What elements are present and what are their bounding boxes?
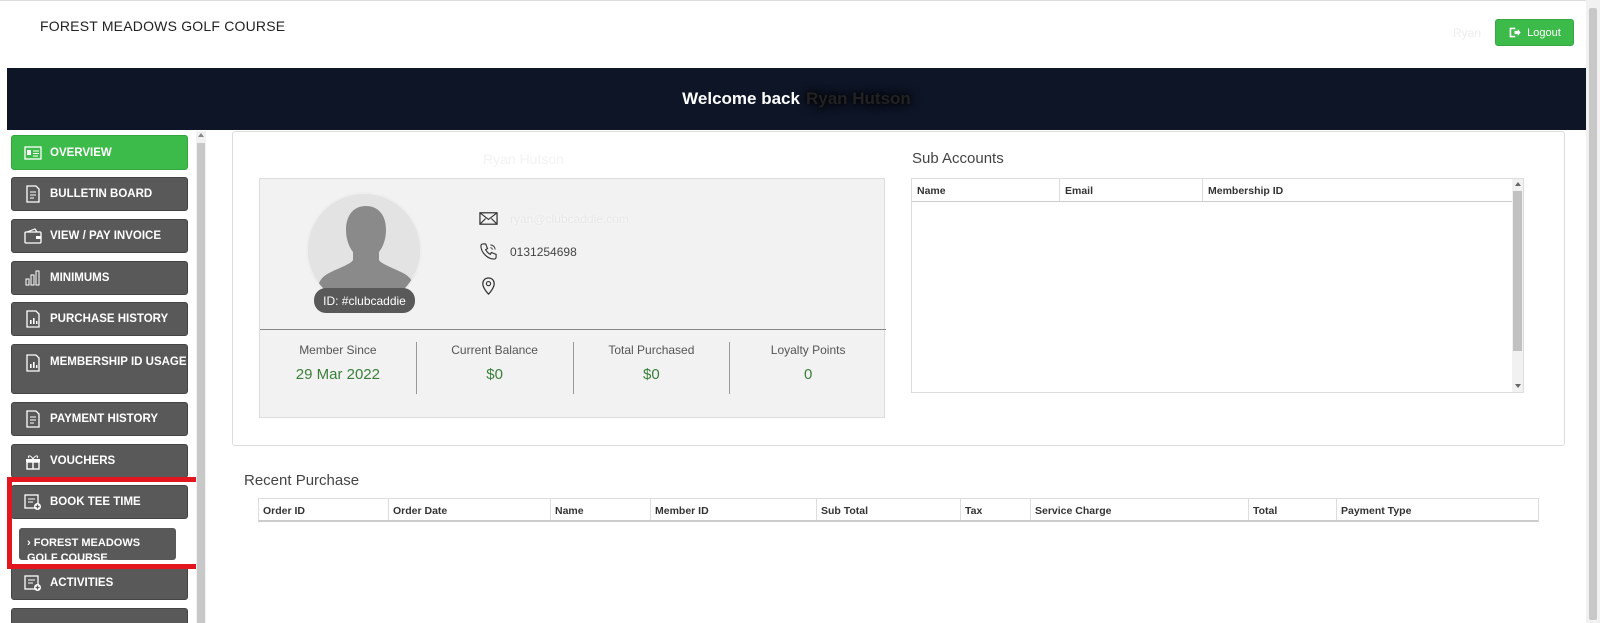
top-bar: FOREST MEADOWS GOLF COURSE Ryan Logout <box>0 0 1586 68</box>
chart-icon <box>25 270 40 286</box>
column-header-sub-total[interactable]: Sub Total <box>817 499 961 520</box>
recent-purchase-title: Recent Purchase <box>244 472 360 489</box>
stat-value: $0 <box>486 366 503 383</box>
stat-current-balance: Current Balance $0 <box>415 342 573 394</box>
column-header-name[interactable]: Name <box>551 499 651 520</box>
scroll-down-arrow[interactable] <box>1515 384 1521 388</box>
sidebar-item-more[interactable] <box>11 608 188 623</box>
stat-value: 0 <box>803 366 813 383</box>
location-pin-icon <box>482 277 495 295</box>
phone-icon <box>480 243 497 260</box>
address-row <box>479 277 510 296</box>
member-stats: Member Since 29 Mar 2022 Current Balance… <box>260 329 886 418</box>
column-header-membership-id[interactable]: Membership ID <box>1203 179 1513 201</box>
stat-label: Current Balance <box>451 343 538 357</box>
report-icon <box>26 310 40 328</box>
stat-label: Loyalty Points <box>770 343 846 357</box>
document-icon <box>26 185 40 203</box>
sidebar-item-activities[interactable]: ACTIVITIES <box>11 566 188 600</box>
scrollbar-thumb[interactable] <box>1513 191 1522 351</box>
sidebar-item-label: PURCHASE HISTORY <box>50 313 169 325</box>
stat-member-since: Member Since 29 Mar 2022 <box>260 330 416 418</box>
sidebar-item-label: OVERVIEW <box>50 146 112 159</box>
sidebar-item-purchase-history[interactable]: PURCHASE HISTORY <box>11 302 188 336</box>
highlight-box <box>7 477 198 569</box>
sidebar: OVERVIEW BULLETIN BOARD VIEW / PAY INVOI… <box>7 131 198 623</box>
recent-purchase-table-header: Order ID Order Date Name Member ID Sub T… <box>258 498 1539 522</box>
phone-value: 0131254698 <box>510 244 577 259</box>
stat-loyalty-points: Loyalty Points 0 <box>729 342 886 394</box>
sidebar-item-label: ACTIVITIES <box>50 577 114 589</box>
sub-accounts-title: Sub Accounts <box>912 150 1004 167</box>
column-header-tax[interactable]: Tax <box>961 499 1031 520</box>
page-scrollbar[interactable] <box>1586 0 1600 623</box>
welcome-text: Welcome back <box>682 89 800 108</box>
gift-icon <box>26 455 40 470</box>
profile-box: ID: #clubcaddie ryan@clubcaddie.com 0131… <box>259 178 886 418</box>
sidebar-scrollbar[interactable] <box>196 131 206 623</box>
scrollbar-thumb[interactable] <box>1589 8 1597 620</box>
sidebar-item-label: MEMBERSHIP ID USAGE <box>50 356 187 368</box>
stat-label: Member Since <box>299 343 377 357</box>
page: FOREST MEADOWS GOLF COURSE Ryan Logout W… <box>0 0 1600 623</box>
user-name: Ryan <box>1453 26 1482 40</box>
welcome-banner: Welcome back Ryan Hutson <box>7 68 1586 130</box>
column-header-payment-type[interactable]: Payment Type <box>1337 499 1538 520</box>
wallet-icon <box>24 228 42 244</box>
sidebar-item-vouchers[interactable]: VOUCHERS <box>11 444 188 478</box>
stat-label: Total Purchased <box>608 343 695 357</box>
sidebar-item-view-pay-invoice[interactable]: VIEW / PAY INVOICE <box>11 219 188 253</box>
stat-value: $0 <box>643 366 660 383</box>
report-icon <box>26 354 40 372</box>
column-header-name[interactable]: Name <box>912 179 1060 201</box>
column-header-order-date[interactable]: Order Date <box>389 499 551 520</box>
email-row: ryan@clubcaddie.com <box>479 209 629 228</box>
email-icon <box>479 212 498 225</box>
brand-title: FOREST MEADOWS GOLF COURSE <box>40 18 286 34</box>
sub-accounts-table: Name Email Membership ID <box>911 178 1524 393</box>
sidebar-item-minimums[interactable]: MINIMUMS <box>11 261 188 295</box>
column-header-total[interactable]: Total <box>1249 499 1337 520</box>
scroll-up-arrow[interactable] <box>198 133 204 137</box>
welcome-user-name: Ryan Hutson <box>805 89 911 108</box>
sidebar-item-bulletin-board[interactable]: BULLETIN BOARD <box>11 177 188 211</box>
scroll-up-arrow[interactable] <box>1515 182 1521 186</box>
column-header-member-id[interactable]: Member ID <box>651 499 817 520</box>
sidebar-item-label: VOUCHERS <box>50 455 116 467</box>
sidebar-item-label: VIEW / PAY INVOICE <box>50 230 161 242</box>
id-card-icon <box>24 145 42 160</box>
logout-label: Logout <box>1527 26 1561 39</box>
profile-name: Ryan Hutson <box>483 151 564 167</box>
sidebar-item-membership-id-usage[interactable]: MEMBERSHIP ID USAGE <box>11 344 188 394</box>
email-value: ryan@clubcaddie.com <box>510 211 629 226</box>
column-header-service-charge[interactable]: Service Charge <box>1031 499 1249 520</box>
logout-button[interactable]: Logout <box>1495 19 1574 46</box>
document-icon <box>26 410 40 428</box>
stat-value: 29 Mar 2022 <box>295 366 380 383</box>
phone-row: 0131254698 <box>479 242 577 261</box>
sidebar-item-label: MINIMUMS <box>50 272 110 284</box>
stat-total-purchased: Total Purchased $0 <box>572 342 730 394</box>
sidebar-item-label: PAYMENT HISTORY <box>50 413 158 425</box>
table-header-row: Name Email Membership ID <box>912 179 1523 202</box>
column-header-email[interactable]: Email <box>1060 179 1203 201</box>
id-badge: ID: #clubcaddie <box>314 288 415 313</box>
sidebar-item-label: BULLETIN BOARD <box>50 188 153 200</box>
sidebar-item-payment-history[interactable]: PAYMENT HISTORY <box>11 402 188 436</box>
calendar-add-icon <box>24 575 41 591</box>
sidebar-item-overview[interactable]: OVERVIEW <box>11 135 188 170</box>
column-header-order-id[interactable]: Order ID <box>259 499 389 520</box>
scrollbar-thumb[interactable] <box>197 143 205 623</box>
logout-icon <box>1509 27 1521 38</box>
sub-accounts-scrollbar[interactable] <box>1512 179 1523 392</box>
